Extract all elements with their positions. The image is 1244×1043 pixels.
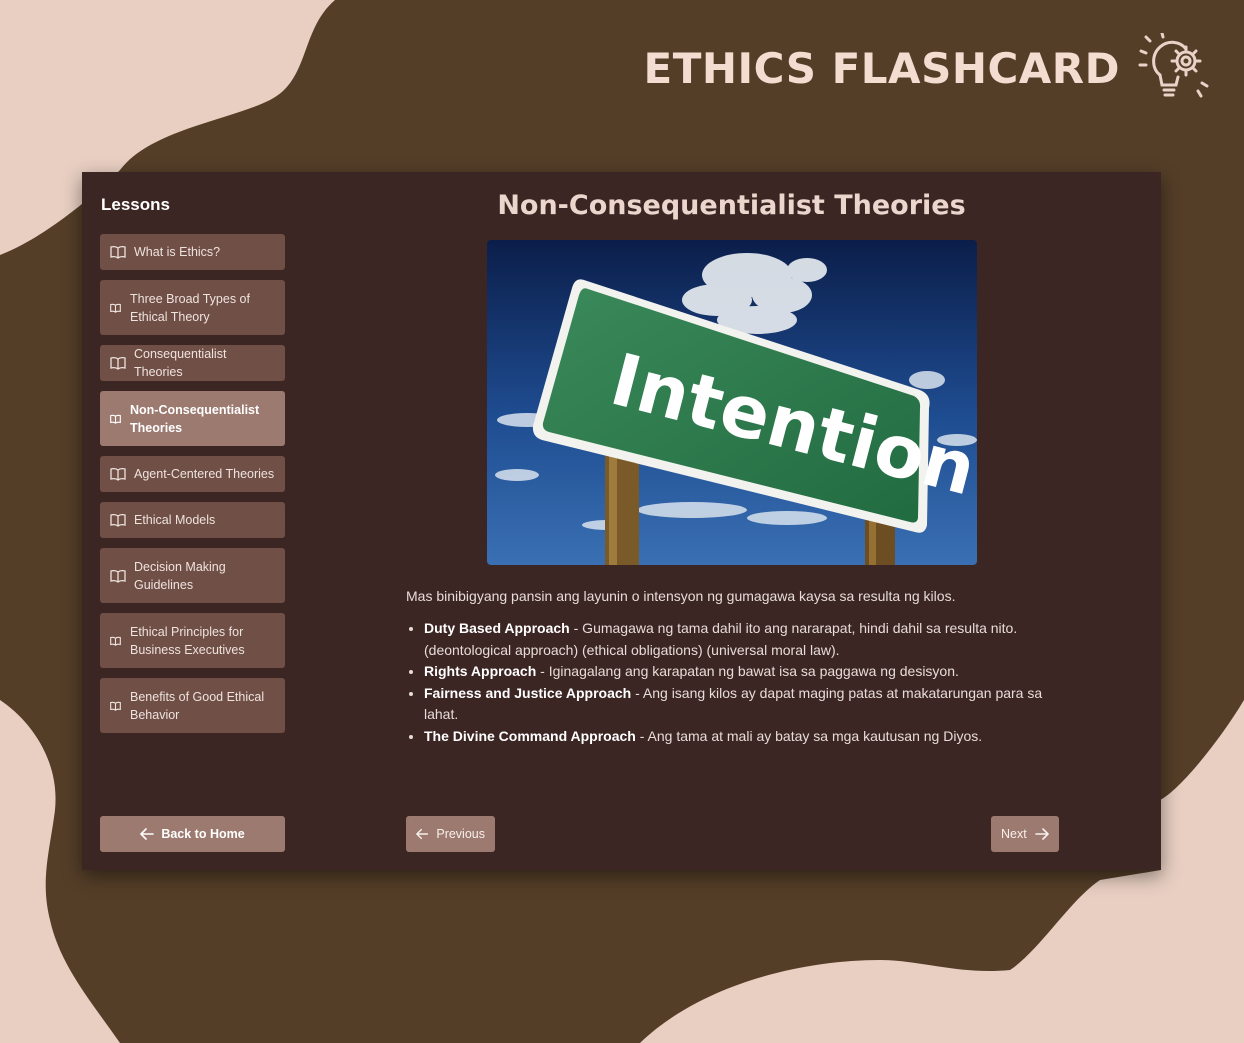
intro-text: Mas binibigyang pansin ang layunin o int… <box>406 588 956 604</box>
back-to-home-label: Back to Home <box>161 827 245 841</box>
lessons-heading: Lessons <box>101 195 170 214</box>
sidebar-item-consequentialist[interactable]: Consequentialist Theories <box>100 345 285 381</box>
next-label: Next <box>1001 827 1027 841</box>
page-title: Non-Consequentialist Theories <box>497 190 966 221</box>
book-open-icon <box>110 569 126 583</box>
book-open-icon <box>110 467 126 481</box>
point-term: Rights Approach <box>424 663 537 679</box>
point-text: - Iginagalang ang karapatan ng bawat isa… <box>536 663 959 679</box>
list-item: The Divine Command Approach - Ang tama a… <box>424 726 1054 748</box>
previous-button[interactable]: Previous <box>406 816 495 852</box>
book-open-icon <box>110 245 126 259</box>
sidebar-item-label: Agent-Centered Theories <box>134 467 275 481</box>
sidebar-item-benefits[interactable]: Benefits of Good Ethical Behavior <box>100 678 285 733</box>
app-title: ETHICS FLASHCARD <box>643 44 1120 93</box>
sidebar-item-label: Ethical Principles for Business Executiv… <box>130 624 245 657</box>
book-open-icon <box>110 513 126 527</box>
sidebar-item-ethical-models[interactable]: Ethical Models <box>100 502 285 538</box>
book-open-icon <box>110 634 121 648</box>
arrow-left-icon <box>140 828 155 840</box>
brand-header: ETHICS FLASHCARD <box>644 30 1210 108</box>
sidebar-item-non-consequentialist[interactable]: Non-Consequentialist Theories <box>100 391 285 446</box>
point-term: Duty Based Approach <box>424 620 570 636</box>
sidebar-item-label: Non-Consequentialist Theories <box>130 402 260 435</box>
arrow-left-icon <box>416 828 429 840</box>
lightbulb-gear-icon <box>1138 33 1209 98</box>
sidebar-item-agent-centered[interactable]: Agent-Centered Theories <box>100 456 285 492</box>
previous-label: Previous <box>436 827 485 841</box>
sidebar-item-label: Consequentialist Theories <box>134 347 227 379</box>
point-term: Fairness and Justice Approach <box>424 684 632 701</box>
flashcard-panel: Lessons What is Ethics? Three Broad Type… <box>82 172 1161 870</box>
next-button[interactable]: Next <box>991 816 1059 852</box>
sidebar-item-label: Decision Making Guidelines <box>134 559 226 592</box>
sidebar-item-label: What is Ethics? <box>134 245 221 259</box>
book-open-icon <box>110 356 126 370</box>
book-open-icon <box>110 412 121 426</box>
back-to-home-button[interactable]: Back to Home <box>100 816 285 852</box>
sidebar-item-decision-making[interactable]: Decision Making Guidelines <box>100 548 285 603</box>
intention-sign-image: Intention <box>487 240 977 565</box>
sidebar-item-three-broad-types[interactable]: Three Broad Types of Ethical Theory <box>100 280 285 335</box>
list-item: Rights Approach - Iginagalang ang karapa… <box>424 661 1054 683</box>
sidebar-item-label: Ethical Models <box>134 513 216 527</box>
arrow-right-icon <box>1034 828 1049 840</box>
list-item: Fairness and Justice Approach - Ang isan… <box>424 683 1054 726</box>
book-open-icon <box>110 301 121 315</box>
point-term: The Divine Command Approach <box>424 727 636 744</box>
list-item: Duty Based Approach - Gumagawa ng tama d… <box>424 618 1054 661</box>
approach-list: Duty Based Approach - Gumagawa ng tama d… <box>406 618 1054 747</box>
sidebar-item-ethical-principles[interactable]: Ethical Principles for Business Executiv… <box>100 613 285 668</box>
sidebar-item-label: Benefits of Good Ethical Behavior <box>130 689 265 722</box>
sidebar-item-what-is-ethics[interactable]: What is Ethics? <box>100 234 285 270</box>
book-open-icon <box>110 699 121 713</box>
sidebar-item-label: Three Broad Types of Ethical Theory <box>130 291 250 324</box>
point-text: - Ang tama at mali ay batay sa mga kautu… <box>635 727 983 744</box>
